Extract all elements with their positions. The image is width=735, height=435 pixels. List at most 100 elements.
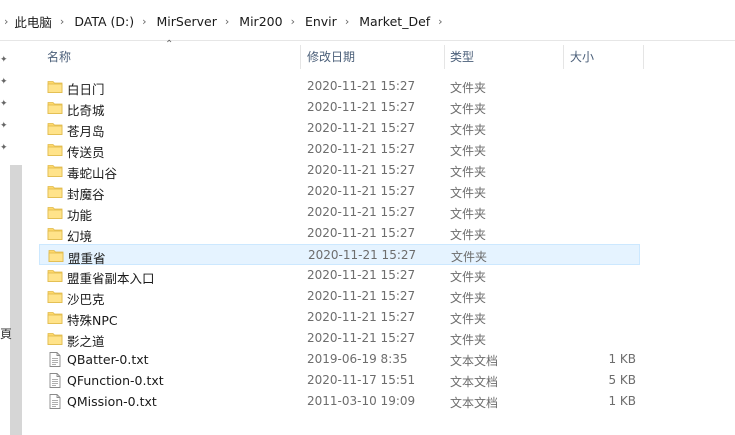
chevron-right-icon[interactable]: › bbox=[60, 15, 64, 28]
text-file-icon bbox=[47, 373, 63, 388]
row-date: 2019-06-19 8:35 bbox=[307, 352, 408, 366]
row-type: 文本文档 bbox=[450, 354, 499, 368]
row-name: 苍月岛 bbox=[67, 124, 105, 139]
row-size: 1 KB bbox=[608, 352, 636, 366]
folder-icon bbox=[47, 331, 63, 346]
breadcrumb-item[interactable]: DATA (D:) bbox=[74, 14, 134, 29]
breadcrumb-item[interactable]: Envir bbox=[305, 14, 337, 29]
column-name[interactable]: 名称 bbox=[47, 41, 71, 71]
row-name: 盟重省副本入口 bbox=[67, 271, 155, 286]
chevron-right-icon[interactable]: › bbox=[142, 15, 146, 28]
column-type[interactable]: 类型 bbox=[450, 41, 474, 71]
row-date: 2020-11-21 15:27 bbox=[307, 289, 416, 303]
row-date: 2020-11-17 15:51 bbox=[307, 373, 416, 387]
row-name: 幻境 bbox=[67, 229, 93, 244]
row-type: 文件夹 bbox=[450, 207, 487, 221]
row-type: 文件夹 bbox=[450, 270, 487, 284]
folder-row[interactable]: 盟重省副本入口 2020-11-21 15:27 文件夹 bbox=[39, 265, 640, 286]
row-date: 2020-11-21 15:27 bbox=[307, 226, 416, 240]
row-type: 文件夹 bbox=[450, 186, 487, 200]
row-name: QMission-0.txt bbox=[67, 394, 157, 409]
row-type: 文件夹 bbox=[450, 165, 487, 179]
folder-row[interactable]: 毒蛇山谷 2020-11-21 15:27 文件夹 bbox=[39, 160, 640, 181]
folder-row[interactable]: 沙巴克 2020-11-21 15:27 文件夹 bbox=[39, 286, 640, 307]
row-name: 白日门 bbox=[67, 82, 105, 97]
folder-row[interactable]: 功能 2020-11-21 15:27 文件夹 bbox=[39, 202, 640, 223]
chevron-right-icon[interactable]: › bbox=[291, 15, 295, 28]
file-row[interactable]: QBatter-0.txt 2019-06-19 8:35 文本文档 1 KB bbox=[39, 349, 640, 370]
column-divider[interactable] bbox=[643, 45, 644, 69]
pin-icon[interactable]: ✦ bbox=[0, 143, 8, 153]
row-date: 2020-11-21 15:27 bbox=[307, 142, 416, 156]
row-name: 毒蛇山谷 bbox=[67, 166, 118, 181]
folder-row[interactable]: 盟重省 2020-11-21 15:27 文件夹 bbox=[39, 244, 640, 266]
row-size: 1 KB bbox=[608, 394, 636, 408]
row-date: 2020-11-21 15:27 bbox=[307, 331, 416, 345]
folder-icon bbox=[47, 100, 63, 115]
breadcrumb-root-chevron-icon[interactable]: › bbox=[4, 15, 8, 28]
navigation-scrollbar[interactable] bbox=[10, 165, 22, 435]
row-date: 2020-11-21 15:27 bbox=[307, 121, 416, 135]
row-name: 沙巴克 bbox=[67, 292, 105, 307]
pin-icon[interactable]: ✦ bbox=[0, 55, 8, 65]
row-name: 封魔谷 bbox=[67, 187, 105, 202]
row-name: QFunction-0.txt bbox=[67, 373, 164, 388]
navigation-item-label[interactable]: 頁 bbox=[0, 325, 12, 342]
sort-ascending-icon: ⌃ bbox=[165, 39, 174, 50]
folder-row[interactable]: 幻境 2020-11-21 15:27 文件夹 bbox=[39, 223, 640, 244]
pin-icon[interactable]: ✦ bbox=[0, 99, 8, 109]
column-size[interactable]: 大小 bbox=[570, 41, 594, 71]
folder-icon bbox=[47, 289, 63, 304]
folder-icon bbox=[47, 142, 63, 157]
folder-row[interactable]: 苍月岛 2020-11-21 15:27 文件夹 bbox=[39, 118, 640, 139]
breadcrumb-item[interactable]: Market_Def bbox=[359, 14, 430, 29]
chevron-right-icon[interactable]: › bbox=[345, 15, 349, 28]
navigation-pane: ✦ ✦ ✦ ✦ ✦ 頁 bbox=[0, 41, 26, 435]
breadcrumb-item[interactable]: MirServer bbox=[157, 14, 217, 29]
folder-row[interactable]: 封魔谷 2020-11-21 15:27 文件夹 bbox=[39, 181, 640, 202]
row-name: 特殊NPC bbox=[67, 313, 118, 328]
folder-row[interactable]: 比奇城 2020-11-21 15:27 文件夹 bbox=[39, 97, 640, 118]
row-type: 文本文档 bbox=[450, 375, 499, 389]
file-row[interactable]: QMission-0.txt 2011-03-10 19:09 文本文档 1 KB bbox=[39, 391, 640, 412]
row-name: 影之道 bbox=[67, 334, 105, 349]
row-size: 5 KB bbox=[608, 373, 636, 387]
row-type: 文件夹 bbox=[450, 312, 487, 326]
row-type: 文件夹 bbox=[451, 250, 488, 264]
pin-icon[interactable]: ✦ bbox=[0, 121, 8, 131]
chevron-right-icon[interactable]: › bbox=[225, 15, 229, 28]
breadcrumb-item[interactable]: Mir200 bbox=[239, 14, 282, 29]
row-type: 文件夹 bbox=[450, 102, 487, 116]
row-type: 文件夹 bbox=[450, 81, 487, 95]
row-date: 2020-11-21 15:27 bbox=[307, 100, 416, 114]
folder-row[interactable]: 白日门 2020-11-21 15:27 文件夹 bbox=[39, 76, 640, 97]
folder-icon bbox=[47, 79, 63, 94]
row-date: 2020-11-21 15:27 bbox=[308, 248, 417, 262]
folder-icon bbox=[47, 205, 63, 220]
breadcrumb-item[interactable]: 此电脑 bbox=[14, 12, 52, 31]
column-divider[interactable] bbox=[444, 45, 445, 69]
row-name: 传送员 bbox=[67, 145, 105, 160]
folder-icon bbox=[48, 248, 64, 263]
row-type: 文件夹 bbox=[450, 291, 487, 305]
row-name: QBatter-0.txt bbox=[67, 352, 149, 367]
row-date: 2011-03-10 19:09 bbox=[307, 394, 416, 408]
column-date[interactable]: 修改日期 bbox=[307, 41, 355, 71]
folder-row[interactable]: 影之道 2020-11-21 15:27 文件夹 bbox=[39, 328, 640, 349]
chevron-right-icon[interactable]: › bbox=[438, 15, 442, 28]
folder-icon bbox=[47, 310, 63, 325]
folder-icon bbox=[47, 226, 63, 241]
column-divider[interactable] bbox=[563, 45, 564, 69]
folder-icon bbox=[47, 121, 63, 136]
text-file-icon bbox=[47, 394, 63, 409]
folder-icon bbox=[47, 184, 63, 199]
address-bar[interactable]: › 此电脑 › DATA (D:) › MirServer › Mir200 ›… bbox=[0, 0, 735, 41]
column-divider[interactable] bbox=[300, 45, 301, 69]
file-row[interactable]: QFunction-0.txt 2020-11-17 15:51 文本文档 5 KB bbox=[39, 370, 640, 391]
folder-row[interactable]: 传送员 2020-11-21 15:27 文件夹 bbox=[39, 139, 640, 160]
column-header: ⌃ 名称 修改日期 类型 大小 bbox=[39, 39, 644, 71]
row-name: 比奇城 bbox=[67, 103, 105, 118]
folder-icon bbox=[47, 163, 63, 178]
folder-row[interactable]: 特殊NPC 2020-11-21 15:27 文件夹 bbox=[39, 307, 640, 328]
pin-icon[interactable]: ✦ bbox=[0, 77, 8, 87]
